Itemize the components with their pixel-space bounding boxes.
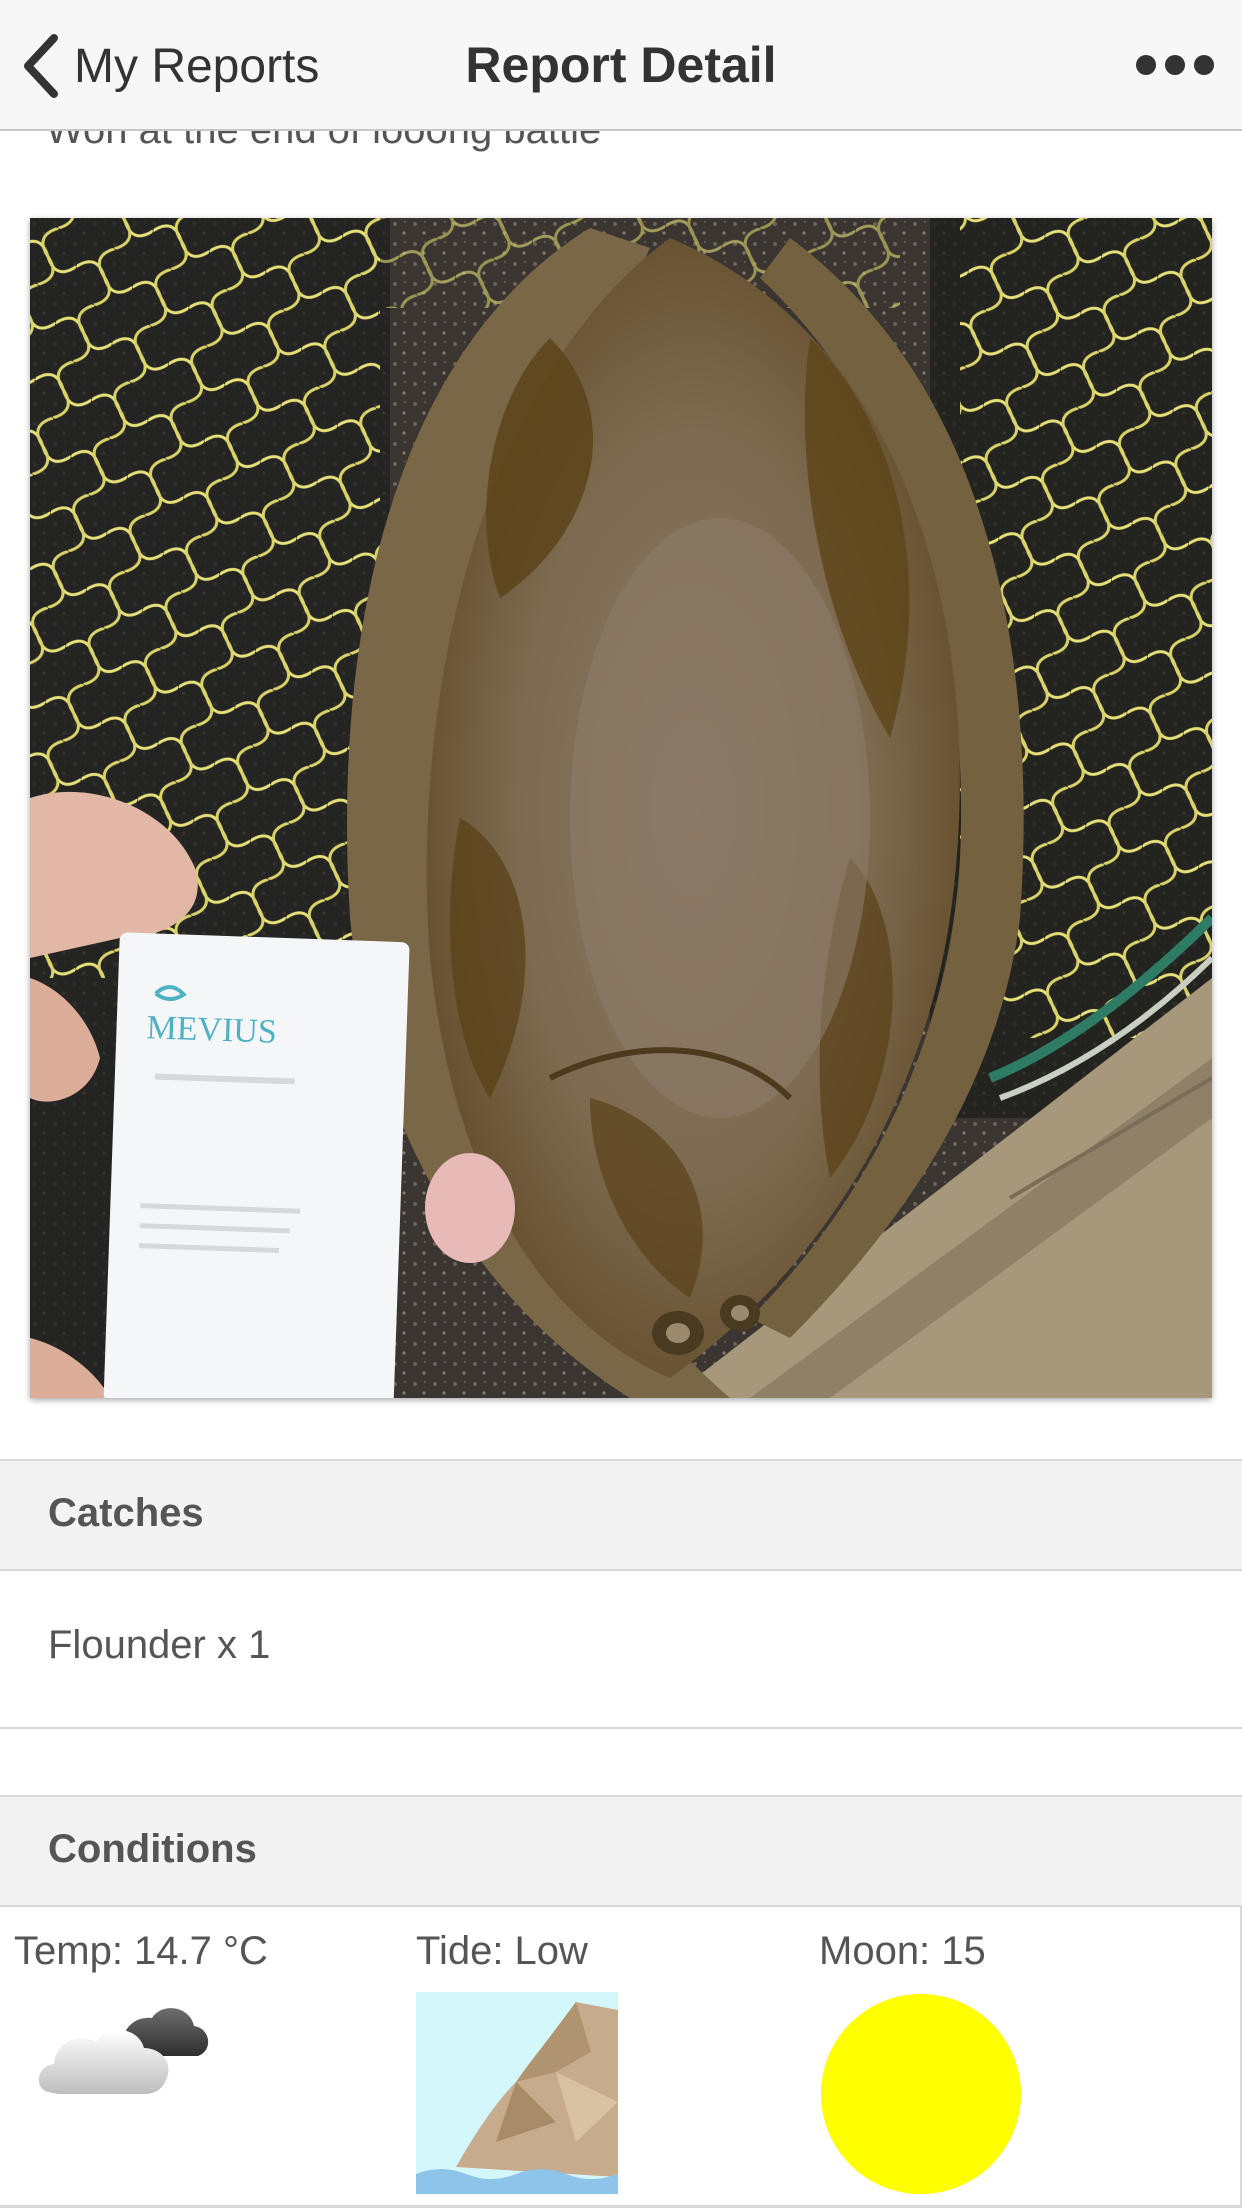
more-dot-icon [1165,55,1185,75]
conditions-panel: Temp: 14.7 °C Tide: Low Moon: 15 [0,1907,1242,2208]
low-tide-cliff-icon [416,1992,618,2194]
report-detail-screen: My Reports Report Detail Won at the end … [0,0,1242,2208]
moon-condition: Moon: 15 [819,1929,1023,2201]
moon-label: Moon: 15 [819,1929,986,1973]
catches-header-label: Catches [48,1491,204,1535]
navigation-bar: My Reports Report Detail [0,0,1242,131]
catch-list-item[interactable]: Flounder x 1 [0,1573,1242,1729]
more-dot-icon [1194,55,1214,75]
tide-label: Tide: Low [416,1929,588,1973]
full-moon-icon [821,1994,1021,2194]
conditions-section-header: Conditions [0,1795,1242,1907]
more-options-button[interactable] [1136,50,1214,80]
tide-condition: Tide: Low [416,1929,618,2199]
more-dot-icon [1136,55,1156,75]
catches-section-header: Catches [0,1459,1242,1571]
catch-photo[interactable]: MEVIUS [30,218,1212,1398]
page-title: Report Detail [465,37,777,93]
temperature-condition: Temp: 14.7 °C [14,1929,268,2107]
cloudy-icon [38,2008,209,2094]
temperature-label: Temp: 14.7 °C [14,1929,268,1973]
conditions-header-label: Conditions [48,1827,257,1871]
catch-item-label: Flounder x 1 [48,1623,271,1667]
card-brand-text: MEVIUS [146,1009,278,1051]
flounder-photo-image: MEVIUS [30,218,1212,1398]
